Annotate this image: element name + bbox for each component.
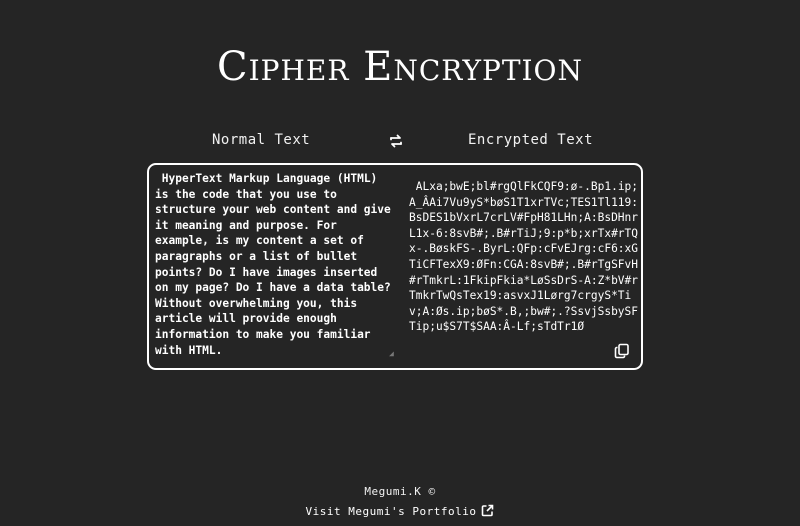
normal-text-label: Normal Text xyxy=(212,132,311,148)
portfolio-link[interactable]: Visit Megumi's Portfolio xyxy=(305,504,495,520)
footer-portfolio: Visit Megumi's Portfolio xyxy=(0,504,800,520)
cipher-panel: HyperText Markup Language (HTML) is the … xyxy=(147,163,643,370)
encrypted-text-label: Encrypted Text xyxy=(468,132,594,148)
page-title: Cipher Encryption xyxy=(216,44,584,90)
portfolio-link-label: Visit Megumi's Portfolio xyxy=(305,505,477,518)
mode-labels: Normal Text Encrypted Text xyxy=(148,132,646,152)
resize-handle-icon[interactable]: ◢ xyxy=(389,350,397,358)
copy-icon[interactable] xyxy=(614,343,630,359)
normal-text-input[interactable]: HyperText Markup Language (HTML) is the … xyxy=(155,171,395,361)
external-link-icon xyxy=(481,504,494,520)
page: Cipher Encryption Normal Text Encrypted … xyxy=(0,0,800,526)
footer-author: Megumi.K © xyxy=(364,485,436,498)
encrypted-text-output: ALxa;bwE;bl#rgQlFkCQF9:ø-.Bp1.ip;A_ÂAi7V… xyxy=(409,180,639,334)
swap-icon[interactable] xyxy=(388,132,404,150)
